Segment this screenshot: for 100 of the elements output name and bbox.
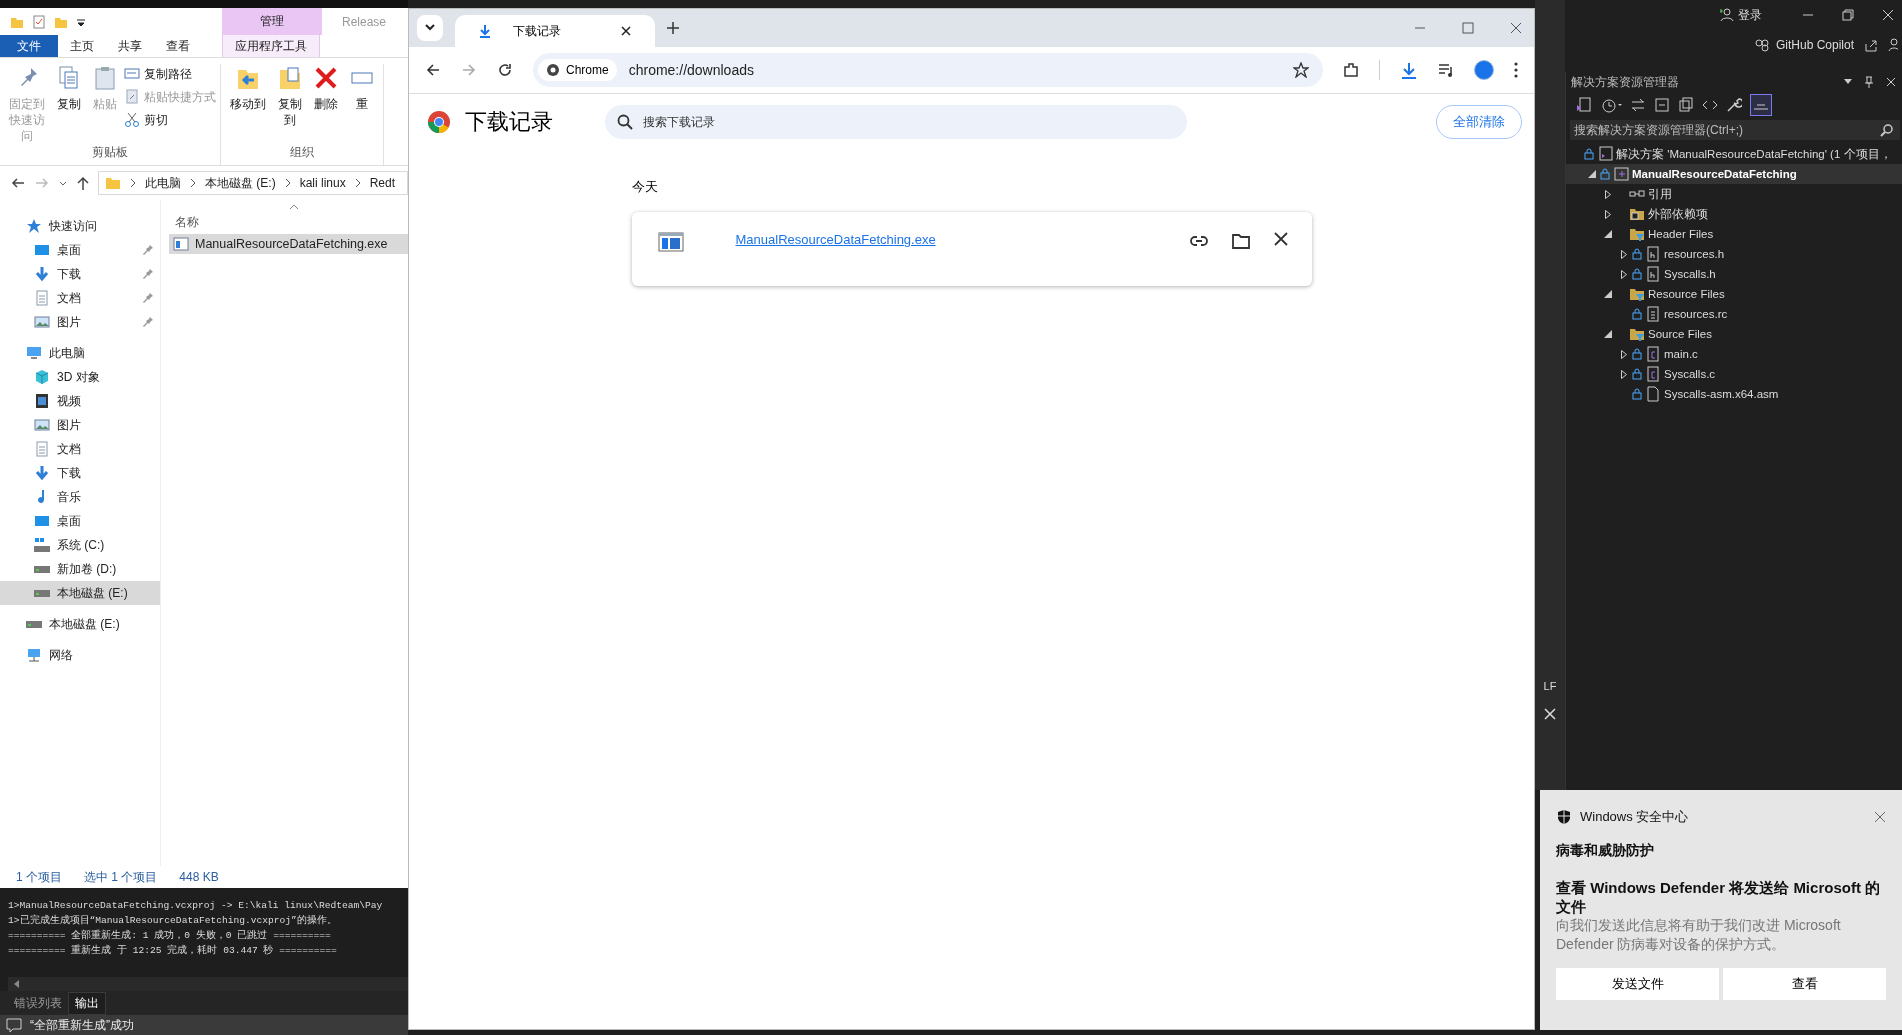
nav-item[interactable]: 本地磁盘 (E:): [0, 612, 160, 636]
nav-item[interactable]: 系统 (C:): [0, 533, 160, 557]
nav-item[interactable]: 下载: [0, 461, 160, 485]
sync-icon[interactable]: [1630, 97, 1646, 113]
nav-item[interactable]: 网络: [0, 643, 160, 667]
nav-item[interactable]: 3D 对象: [0, 365, 160, 389]
media-icon[interactable]: [1438, 62, 1454, 78]
ribbon-tab[interactable]: 文件: [0, 35, 58, 57]
collapse-icon[interactable]: [1654, 97, 1670, 113]
expanded-icon[interactable]: [1588, 170, 1596, 178]
folder-icon[interactable]: [1231, 232, 1250, 250]
breadcrumb[interactable]: kali linux: [299, 176, 346, 190]
nav-item[interactable]: 下载: [0, 262, 160, 286]
ribbon-button[interactable]: 复制: [52, 64, 86, 144]
nav-item[interactable]: 图片: [0, 413, 160, 437]
nav-item[interactable]: 本地磁盘 (E:): [0, 581, 160, 605]
ribbon-button[interactable]: 复制到: [273, 64, 307, 144]
person-icon[interactable]: [1888, 38, 1898, 52]
ribbon-button[interactable]: 删除: [309, 64, 343, 144]
expanded-icon[interactable]: [1604, 230, 1612, 238]
avatar[interactable]: [1474, 60, 1494, 80]
more-icon[interactable]: [1514, 62, 1518, 78]
close-icon[interactable]: [1273, 232, 1288, 246]
bookmark-star-icon[interactable]: [1293, 62, 1309, 78]
ribbon-button[interactable]: 剪切: [124, 110, 216, 130]
tree-item[interactable]: 引用: [1566, 184, 1902, 204]
tree-item[interactable]: 解决方案 'ManualResourceDataFetching' (1 个项目，: [1566, 144, 1902, 164]
tree-item[interactable]: main.c: [1566, 344, 1902, 364]
nav-item[interactable]: 此电脑: [0, 341, 160, 365]
tree-item[interactable]: resources.rc: [1566, 304, 1902, 324]
scrollbar[interactable]: [8, 977, 408, 991]
tree-item[interactable]: resources.h: [1566, 244, 1902, 264]
collapsed-icon[interactable]: [1621, 269, 1627, 279]
search-field[interactable]: 搜索下载记录: [605, 105, 1187, 139]
tree-item[interactable]: Syscalls-asm.x64.asm: [1566, 384, 1902, 404]
column-header[interactable]: 名称: [175, 214, 199, 231]
panel-tab[interactable]: 输出: [68, 991, 106, 1015]
tree-item[interactable]: Syscalls.c: [1566, 364, 1902, 384]
wrench-icon[interactable]: [1726, 97, 1742, 113]
nav-item[interactable]: 视频: [0, 389, 160, 413]
checklist-icon[interactable]: [32, 14, 46, 29]
dropdown-icon[interactable]: [1844, 79, 1852, 85]
breadcrumb[interactable]: Redt: [369, 176, 396, 190]
file-row[interactable]: ManualResourceDataFetching.exe: [169, 234, 408, 254]
close-icon[interactable]: [621, 26, 631, 36]
breadcrumb[interactable]: 本地磁盘 (E:): [205, 174, 276, 192]
ribbon-button[interactable]: 复制路径: [124, 64, 216, 84]
nav-item[interactable]: 音乐: [0, 485, 160, 509]
sign-in-button[interactable]: 登录: [1720, 6, 1762, 24]
nav-item[interactable]: 桌面: [0, 509, 160, 533]
extensions-icon[interactable]: [1343, 62, 1359, 78]
notification-button[interactable]: 查看: [1723, 968, 1886, 1000]
maximize-icon[interactable]: [1462, 22, 1474, 34]
tab-search-button[interactable]: [417, 15, 443, 41]
ribbon-tab[interactable]: 主页: [58, 35, 106, 57]
tree-item[interactable]: Syscalls.h: [1566, 264, 1902, 284]
tree-item[interactable]: 外部依赖项: [1566, 204, 1902, 224]
collapsed-icon[interactable]: [1621, 249, 1627, 259]
nav-item[interactable]: 新加卷 (D:): [0, 557, 160, 581]
collapsed-icon[interactable]: [1621, 369, 1627, 379]
collapsed-icon[interactable]: [1605, 189, 1611, 199]
site-chip[interactable]: Chrome: [538, 59, 617, 81]
ribbon-tab[interactable]: 共享: [106, 35, 154, 57]
tree-item[interactable]: Source Files: [1566, 324, 1902, 344]
expanded-icon[interactable]: [1604, 290, 1612, 298]
context-tab[interactable]: 管理: [222, 8, 322, 35]
reload-icon[interactable]: [497, 62, 513, 78]
ribbon-button[interactable]: 重: [345, 64, 379, 144]
back-icon[interactable]: [425, 62, 441, 78]
copy-icon[interactable]: [1678, 97, 1694, 113]
address-bar[interactable]: Chrome chrome://downloads: [533, 53, 1323, 87]
notification-button[interactable]: 发送文件: [1556, 968, 1719, 1000]
browser-tab[interactable]: 下载记录: [455, 15, 655, 47]
nav-item[interactable]: 文档: [0, 437, 160, 461]
search-field[interactable]: 搜索解决方案资源管理器(Ctrl+;): [1570, 120, 1900, 140]
nav-item[interactable]: 快速访问: [0, 214, 160, 238]
solution-icon[interactable]: [1576, 97, 1592, 113]
preview-icon[interactable]: [1750, 94, 1772, 116]
ribbon-button[interactable]: 移动到: [225, 64, 271, 144]
nav-item[interactable]: 图片: [0, 310, 160, 334]
share-icon[interactable]: [1864, 38, 1878, 52]
panel-tab[interactable]: 错误列表: [8, 992, 68, 1014]
up-arrow-icon[interactable]: [76, 175, 90, 191]
address-bar[interactable]: 此电脑 本地磁盘 (E:) kali linux Redt: [98, 171, 408, 195]
copilot-button[interactable]: GitHub Copilot: [1753, 38, 1854, 52]
tree-item[interactable]: Header Files: [1566, 224, 1902, 244]
restore-icon[interactable]: [1842, 9, 1854, 21]
expanded-icon[interactable]: [1604, 330, 1612, 338]
nav-item[interactable]: 桌面: [0, 238, 160, 262]
pin-icon[interactable]: [1864, 76, 1874, 88]
ribbon-tab[interactable]: 查看: [154, 35, 202, 57]
nav-item[interactable]: 文档: [0, 286, 160, 310]
tree-item[interactable]: Resource Files: [1566, 284, 1902, 304]
clear-all-button[interactable]: 全部清除: [1436, 105, 1522, 139]
ribbon-tab[interactable]: 应用程序工具: [222, 35, 320, 57]
breadcrumb[interactable]: 此电脑: [145, 174, 181, 192]
history-icon[interactable]: [1600, 97, 1622, 113]
tree-item[interactable]: ManualResourceDataFetching: [1566, 164, 1902, 184]
new-tab-icon[interactable]: [667, 22, 679, 34]
download-icon[interactable]: [1400, 61, 1418, 79]
